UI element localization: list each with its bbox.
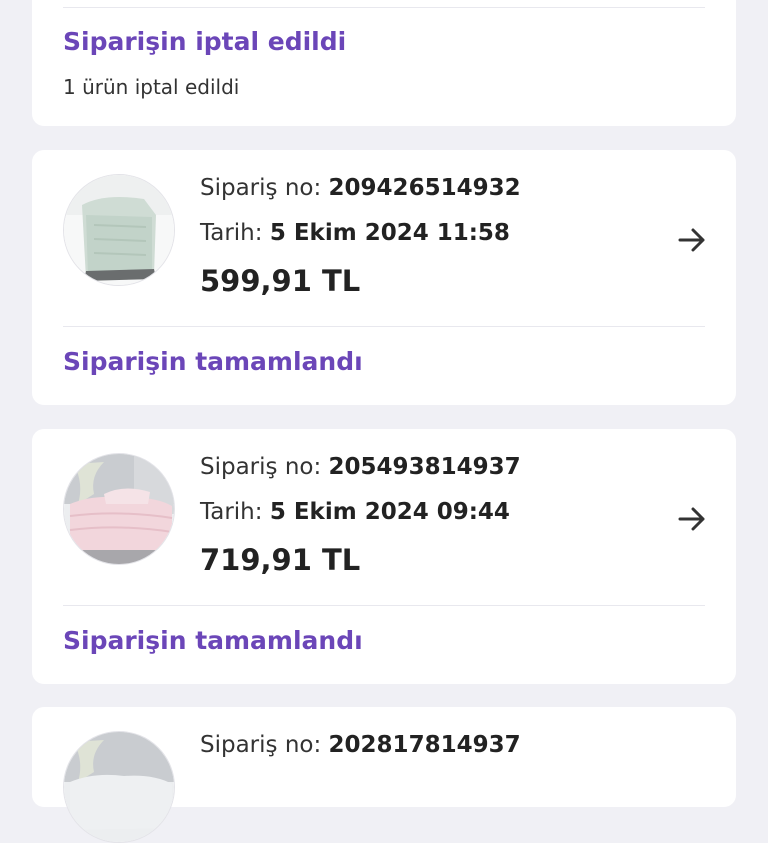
order-card[interactable]: Sipariş no: 202817814937 bbox=[32, 707, 736, 843]
card-divider bbox=[63, 605, 705, 606]
order-status: Siparişin tamamlandı bbox=[63, 347, 363, 376]
order-status-detail: 1 ürün iptal edildi bbox=[63, 75, 240, 99]
order-number: 205493814937 bbox=[328, 454, 521, 480]
product-thumbnail bbox=[63, 731, 175, 843]
order-card[interactable]: Sipariş no: 209426514932 Tarih: 5 Ekim 2… bbox=[32, 150, 736, 405]
card-divider bbox=[63, 7, 705, 8]
order-date: 5 Ekim 2024 09:44 bbox=[269, 499, 510, 525]
order-number: 202817814937 bbox=[328, 732, 521, 758]
arrow-right-icon[interactable] bbox=[676, 224, 708, 256]
order-date: 5 Ekim 2024 11:58 bbox=[269, 220, 510, 246]
duvet-image bbox=[64, 732, 174, 842]
product-thumbnail bbox=[63, 453, 175, 565]
pink-duvet-image bbox=[64, 454, 174, 564]
order-date-label: Tarih: bbox=[200, 220, 263, 246]
product-thumbnail bbox=[63, 174, 175, 286]
order-number-line: Sipariş no: 209426514932 bbox=[200, 175, 521, 201]
order-status: Siparişin tamamlandı bbox=[63, 626, 363, 655]
order-number-line: Sipariş no: 202817814937 bbox=[200, 732, 521, 758]
arrow-right-icon[interactable] bbox=[676, 503, 708, 535]
order-price: 599,91 TL bbox=[200, 264, 361, 298]
order-card-cancelled[interactable]: Siparişin iptal edildi 1 ürün iptal edil… bbox=[32, 0, 736, 126]
order-price: 719,91 TL bbox=[200, 543, 361, 577]
order-number-label: Sipariş no: bbox=[200, 732, 322, 758]
order-number: 209426514932 bbox=[328, 175, 521, 201]
order-date-line: Tarih: 5 Ekim 2024 09:44 bbox=[200, 499, 510, 525]
order-number-label: Sipariş no: bbox=[200, 175, 322, 201]
card-divider bbox=[63, 326, 705, 327]
order-card[interactable]: Sipariş no: 205493814937 Tarih: 5 Ekim 2… bbox=[32, 429, 736, 684]
order-number-line: Sipariş no: 205493814937 bbox=[200, 454, 521, 480]
mint-duvet-image bbox=[64, 175, 174, 285]
order-status-cancelled: Siparişin iptal edildi bbox=[63, 27, 347, 56]
order-date-label: Tarih: bbox=[200, 499, 263, 525]
order-number-label: Sipariş no: bbox=[200, 454, 322, 480]
order-date-line: Tarih: 5 Ekim 2024 11:58 bbox=[200, 220, 510, 246]
